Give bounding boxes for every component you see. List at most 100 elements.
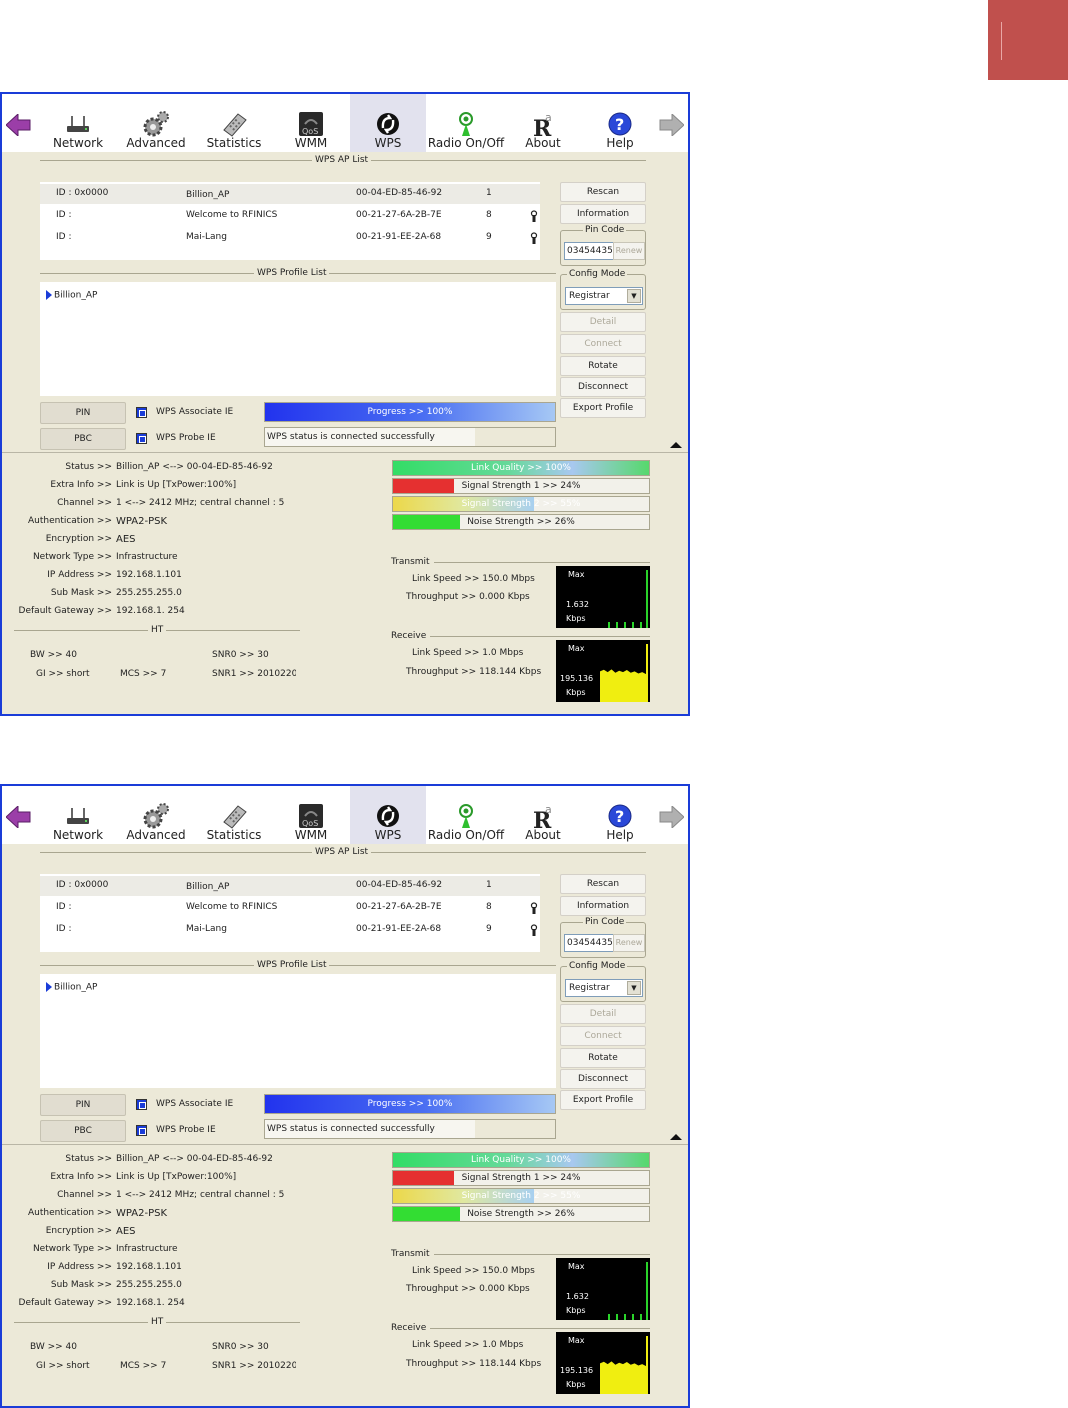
tx-graph-max: Max: [568, 1262, 585, 1271]
radio-antenna-icon: [459, 804, 473, 828]
profile-list-item[interactable]: Billion_AP: [46, 982, 97, 993]
toolbar-label-about: About: [525, 828, 561, 842]
link-quality-meter: Link Quality >> 100%: [392, 460, 650, 476]
pbc-button[interactable]: PBC: [40, 428, 126, 450]
lock-icon: [530, 210, 538, 222]
tx-graph-bar: [616, 622, 618, 628]
probe-ie-label: WPS Probe IE: [156, 433, 216, 443]
receive-title: Receive: [390, 631, 431, 641]
information-button[interactable]: Information: [560, 896, 646, 916]
toolbar-advanced-button[interactable]: Advanced: [118, 786, 194, 844]
collapse-up-icon[interactable]: [670, 1134, 682, 1140]
back-arrow-icon[interactable]: [6, 114, 32, 136]
ap-ssid: Welcome to RFINICS: [186, 902, 278, 912]
export-profile-button[interactable]: Export Profile: [560, 398, 646, 418]
rx-link-speed: Link Speed >> 1.0 Mbps: [412, 648, 524, 658]
disconnect-button[interactable]: Disconnect: [560, 1069, 646, 1089]
toolbar-help-button[interactable]: ? Help: [584, 94, 656, 152]
pbc-button[interactable]: PBC: [40, 1120, 126, 1142]
forward-arrow-icon[interactable]: [658, 806, 684, 828]
toolbar-label-advanced: Advanced: [126, 136, 186, 150]
toolbar-wmm-button[interactable]: QoS WMM: [276, 786, 346, 844]
toolbar-radio-button[interactable]: Radio On/Off: [426, 786, 506, 844]
toolbar-radio-button[interactable]: Radio On/Off: [426, 94, 506, 152]
renew-button[interactable]: Renew: [613, 242, 645, 260]
ap-channel: 8: [486, 210, 492, 220]
detail-button[interactable]: Detail: [560, 312, 646, 332]
toolbar-label-network: Network: [52, 828, 104, 842]
ap-list-row[interactable]: ID : Welcome to RFINICS 00-21-27-6A-2B-7…: [40, 898, 540, 918]
connect-button[interactable]: Connect: [560, 1026, 646, 1046]
chevron-down-icon[interactable]: ▼: [627, 289, 641, 303]
receive-graph: Max 195.136 Kbps: [556, 640, 650, 702]
export-profile-button[interactable]: Export Profile: [560, 1090, 646, 1110]
default-gateway-value: 192.168.1. 254: [116, 1298, 185, 1308]
ap-list-row[interactable]: ID : 0x0000 Billion_AP 00-04-ED-85-46-92…: [40, 876, 540, 896]
connect-button[interactable]: Connect: [560, 334, 646, 354]
disconnect-button[interactable]: Disconnect: [560, 377, 646, 397]
toolbar-wmm-button[interactable]: QoS WMM: [276, 94, 346, 152]
config-mode-select[interactable]: Registrar ▼: [565, 287, 643, 305]
renew-button[interactable]: Renew: [613, 934, 645, 952]
profile-list-item[interactable]: Billion_AP: [46, 290, 97, 301]
toolbar-about-button[interactable]: Ra About: [510, 786, 576, 844]
toolbar-statistics-button[interactable]: Statistics: [196, 786, 272, 844]
rescan-button[interactable]: Rescan: [560, 874, 646, 894]
sub-mask-label: Sub Mask >>: [50, 588, 112, 598]
authentication-label: Authentication >>: [27, 516, 112, 526]
toolbar-statistics-button[interactable]: Statistics: [196, 94, 272, 152]
channel-value: 1 <--> 2412 MHz; central channel : 5: [116, 498, 285, 508]
pin-button[interactable]: PIN: [40, 402, 126, 424]
toolbar-network-button[interactable]: Network: [42, 786, 114, 844]
about-logo-icon: Ra: [533, 111, 552, 138]
ap-list-row[interactable]: ID : Welcome to RFINICS 00-21-27-6A-2B-7…: [40, 206, 540, 226]
toolbar-wps-button[interactable]: WPS: [350, 786, 426, 844]
probe-ie-checkbox[interactable]: [136, 433, 147, 444]
toolbar-label-wmm: WMM: [294, 828, 328, 842]
ap-channel: 1: [486, 880, 492, 890]
toolbar-label-help: Help: [606, 136, 634, 150]
back-arrow-icon[interactable]: [6, 806, 32, 828]
toolbar-about-button[interactable]: Ra About: [510, 94, 576, 152]
rx-graph-max: Max: [568, 644, 585, 653]
toolbar-network-button[interactable]: Network: [42, 94, 114, 152]
radio-antenna-icon: [459, 112, 473, 136]
profile-list-title: WPS Profile List: [254, 268, 330, 278]
ap-ssid: Mai-Lang: [186, 924, 227, 934]
toolbar: Network Advanced Statistics QoS WMM WPS …: [2, 94, 688, 152]
rotate-button[interactable]: Rotate: [560, 1048, 646, 1068]
tx-link-speed: Link Speed >> 150.0 Mbps: [412, 1266, 535, 1276]
toolbar-wps-button[interactable]: WPS: [350, 94, 426, 152]
probe-ie-checkbox[interactable]: [136, 1125, 147, 1136]
encryption-value: AES: [116, 1226, 136, 1237]
toolbar-label-advanced: Advanced: [126, 828, 186, 842]
status-value: Billion_AP <--> 00-04-ED-85-46-92: [116, 1154, 273, 1164]
ap-list-row[interactable]: ID : Mai-Lang 00-21-91-EE-2A-68 9: [40, 228, 540, 248]
ap-list-title: WPS AP List: [312, 155, 372, 165]
wps-icon: [377, 113, 399, 135]
about-logo-icon: Ra: [533, 803, 552, 830]
toolbar-label-radio: Radio On/Off: [427, 136, 505, 150]
information-button[interactable]: Information: [560, 204, 646, 224]
ap-channel: 8: [486, 902, 492, 912]
tx-graph-bar: [632, 622, 634, 628]
toolbar-help-button[interactable]: ? Help: [584, 786, 656, 844]
forward-arrow-icon[interactable]: [658, 114, 684, 136]
ap-list-row[interactable]: ID : 0x0000 Billion_AP 00-04-ED-85-46-92…: [40, 184, 540, 204]
associate-ie-checkbox[interactable]: [136, 1099, 147, 1110]
config-mode-select[interactable]: Registrar ▼: [565, 979, 643, 997]
chevron-down-icon[interactable]: ▼: [627, 981, 641, 995]
rx-graph-area: [600, 1361, 648, 1394]
associate-ie-checkbox[interactable]: [136, 407, 147, 418]
collapse-up-icon[interactable]: [670, 442, 682, 448]
ip-address-value: 192.168.1.101: [116, 570, 182, 580]
detail-button[interactable]: Detail: [560, 1004, 646, 1024]
pin-button[interactable]: PIN: [40, 1094, 126, 1116]
rotate-button[interactable]: Rotate: [560, 356, 646, 376]
toolbar-advanced-button[interactable]: Advanced: [118, 94, 194, 152]
ap-list-row[interactable]: ID : Mai-Lang 00-21-91-EE-2A-68 9: [40, 920, 540, 940]
wps-progress-bar: Progress >> 100%: [264, 1094, 556, 1114]
pin-code-field[interactable]: 03454435: [564, 242, 614, 260]
rescan-button[interactable]: Rescan: [560, 182, 646, 202]
pin-code-field[interactable]: 03454435: [564, 934, 614, 952]
